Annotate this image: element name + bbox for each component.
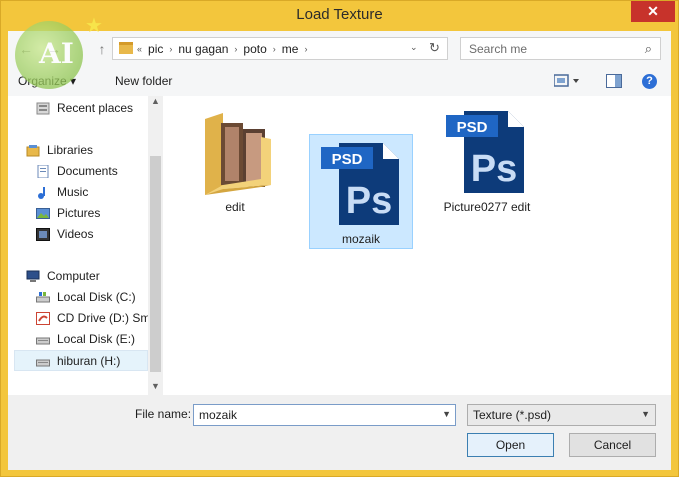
sidebar-item-label: Local Disk (E:) xyxy=(57,332,136,346)
recent-places-icon xyxy=(36,102,50,115)
local-disk-icon xyxy=(36,337,50,345)
star-icon: ★ xyxy=(85,15,103,37)
cd-drive-icon xyxy=(36,312,50,325)
search-input[interactable]: Search me xyxy=(469,42,527,56)
address-bar[interactable]: « pic › nu gagan › poto › me › ⌄ ↻ xyxy=(112,37,448,60)
sidebar-item-libraries[interactable]: Libraries xyxy=(8,140,148,161)
navigation-pane: Recent places Libraries Documents Music … xyxy=(8,96,148,395)
sidebar-item-local-disk-c[interactable]: Local Disk (C:) xyxy=(8,287,148,308)
view-options-icon[interactable] xyxy=(553,74,580,91)
psd-badge-text: PSD xyxy=(457,119,488,136)
file-type-value: Texture (*.psd) xyxy=(473,408,552,422)
libraries-icon xyxy=(26,145,40,157)
breadcrumb-item-poto[interactable]: poto xyxy=(243,42,266,56)
scroll-thumb[interactable] xyxy=(150,156,161,372)
file-name-input[interactable]: mozaik ▼ xyxy=(193,404,456,426)
chevron-right-icon[interactable]: › xyxy=(234,42,237,56)
sidebar-item-label: Computer xyxy=(47,269,100,283)
watermark-text: AI xyxy=(39,37,74,70)
sidebar-item-hiburan-h[interactable]: hiburan (H:) xyxy=(14,350,148,371)
sidebar-item-label: Documents xyxy=(57,164,118,178)
sidebar-item-label: Pictures xyxy=(57,206,101,220)
sidebar-item-label: Libraries xyxy=(47,143,94,157)
chevron-down-icon[interactable]: ▼ xyxy=(641,409,650,419)
file-name-label: edit xyxy=(225,200,245,214)
local-disk-icon xyxy=(36,292,50,303)
sidebar-item-recent-places[interactable]: Recent places xyxy=(8,98,148,119)
breadcrumb-item-nu-gagan[interactable]: nu gagan xyxy=(178,42,228,56)
navigation-bar: ← → ↑ « pic › nu gagan › poto › me › ⌄ ↻ xyxy=(8,31,671,65)
chevron-down-icon[interactable]: ▼ xyxy=(442,409,451,419)
sidebar-scrollbar[interactable]: ▲ ▼ xyxy=(148,96,163,395)
file-name-label: mozaik xyxy=(341,232,380,246)
computer-icon xyxy=(26,270,40,282)
breadcrumb-item-me[interactable]: me xyxy=(282,42,299,56)
scroll-up-arrow[interactable]: ▲ xyxy=(148,96,163,106)
bottom-panel: File name: mozaik ▼ Texture (*.psd) ▼ Op… xyxy=(8,395,671,470)
search-icon[interactable]: ⌕ xyxy=(645,41,652,57)
sidebar-item-label: Music xyxy=(57,185,89,199)
drive-icon xyxy=(36,359,50,367)
photoshop-file-icon: PSD Ps xyxy=(446,111,524,193)
help-icon[interactable]: ? xyxy=(642,74,657,89)
pictures-icon xyxy=(36,208,50,219)
sidebar-item-label: Recent places xyxy=(57,101,134,115)
file-list-view: edit PSD Ps mozaik PSD Ps Picture0277 ed… xyxy=(163,96,671,395)
sidebar-item-music[interactable]: Music xyxy=(8,182,148,203)
new-folder-button[interactable]: New folder xyxy=(115,74,172,88)
breadcrumb-item-pic[interactable]: pic xyxy=(148,42,163,56)
chevron-right-icon[interactable]: › xyxy=(304,42,307,56)
watermark-logo: AI xyxy=(15,21,83,89)
folder-icon xyxy=(119,42,133,54)
sidebar-item-label: hiburan (H:) xyxy=(57,354,121,368)
sidebar-item-pictures[interactable]: Pictures xyxy=(8,203,148,224)
music-icon xyxy=(38,187,45,199)
cancel-button[interactable]: Cancel xyxy=(569,433,656,457)
chevron-down-icon[interactable]: ⌄ xyxy=(410,42,418,53)
file-type-select[interactable]: Texture (*.psd) ▼ xyxy=(467,404,656,426)
scroll-down-arrow[interactable]: ▼ xyxy=(148,381,163,391)
breadcrumb-overflow[interactable]: « xyxy=(137,42,142,56)
dialog-window: Load Texture ✕ ← → ↑ « pic › nu gagan › … xyxy=(0,0,679,477)
sidebar-item-videos[interactable]: Videos xyxy=(8,224,148,245)
file-item-edit[interactable]: edit xyxy=(183,103,287,218)
open-button[interactable]: Open xyxy=(467,433,554,457)
file-name-value[interactable]: mozaik xyxy=(199,408,237,422)
breadcrumb: « pic › nu gagan › poto › me › xyxy=(137,42,307,56)
sidebar-item-documents[interactable]: Documents xyxy=(8,161,148,182)
videos-icon xyxy=(36,228,50,241)
sidebar-item-cd-drive-d[interactable]: CD Drive (D:) Sm xyxy=(8,308,148,329)
refresh-icon[interactable]: ↻ xyxy=(429,40,440,56)
ps-logo-text: Ps xyxy=(471,148,517,190)
photoshop-file-icon: PSD Ps xyxy=(321,143,399,225)
documents-icon xyxy=(37,165,49,178)
sidebar-item-computer[interactable]: Computer xyxy=(8,266,148,287)
sidebar-item-label: Videos xyxy=(57,227,94,241)
psd-badge-text: PSD xyxy=(332,151,363,168)
close-button[interactable]: ✕ xyxy=(631,1,675,22)
file-name-label: Picture0277 edit xyxy=(443,200,531,214)
sidebar-item-label: Local Disk (C:) xyxy=(57,290,136,304)
sidebar-item-label: CD Drive (D:) Sm xyxy=(57,311,148,325)
preview-pane-icon[interactable] xyxy=(606,74,622,91)
chevron-right-icon[interactable]: › xyxy=(273,42,276,56)
ps-logo-text: Ps xyxy=(346,180,392,222)
sidebar-item-local-disk-e[interactable]: Local Disk (E:) xyxy=(8,329,148,350)
folder-icon xyxy=(205,113,271,195)
dialog-client: ← → ↑ « pic › nu gagan › poto › me › ⌄ ↻ xyxy=(8,31,671,470)
up-button[interactable]: ↑ xyxy=(92,39,112,59)
file-item-picture0277-edit[interactable]: PSD Ps Picture0277 edit xyxy=(435,103,539,218)
search-box[interactable]: Search me ⌕ xyxy=(460,37,661,60)
chevron-right-icon[interactable]: › xyxy=(169,42,172,56)
toolbar: Organize ▾ New folder ? xyxy=(8,68,671,96)
file-item-mozaik[interactable]: PSD Ps mozaik xyxy=(309,134,413,249)
file-name-field-label: File name: xyxy=(135,407,192,421)
